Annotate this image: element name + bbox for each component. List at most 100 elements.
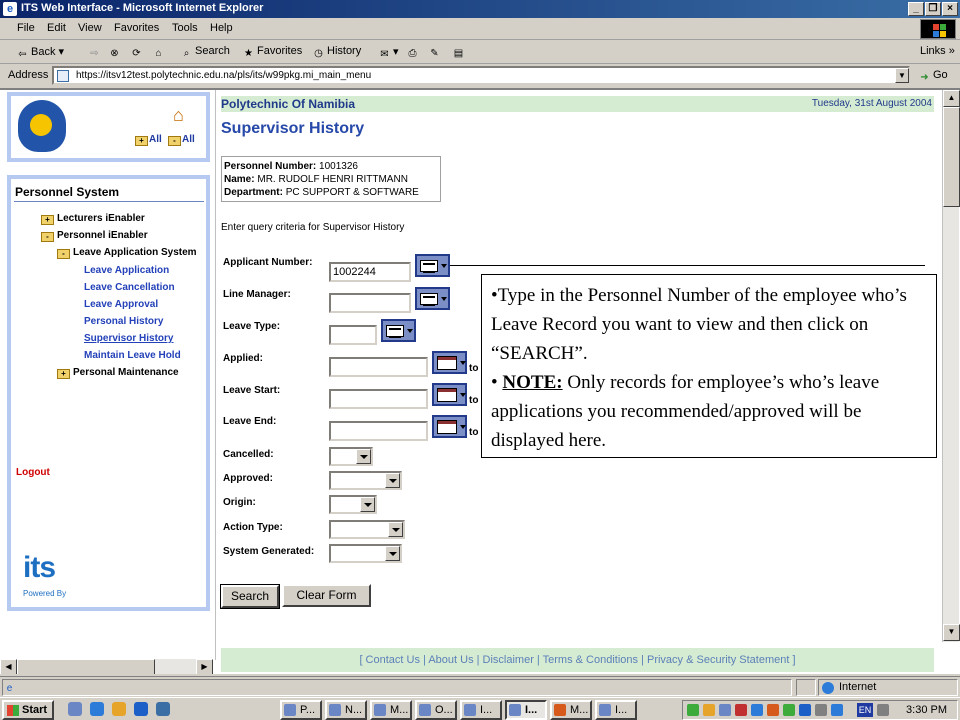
mail-button[interactable]: ✉ ▾ (378, 45, 398, 61)
history-button[interactable]: ◷ History (312, 45, 361, 60)
print-button[interactable]: ⎙ (406, 45, 421, 60)
start-button[interactable]: Start (2, 700, 54, 720)
back-button[interactable]: ⇦ Back ▾ (16, 45, 64, 61)
menu-leave-application[interactable]: Leave Application (84, 265, 169, 276)
scroll-down-icon[interactable]: ▼ (943, 624, 960, 641)
outlook-icon[interactable] (68, 702, 82, 716)
leave-end-calendar-button[interactable] (432, 415, 467, 438)
horizontal-scrollbar[interactable]: ◀ ▶ (0, 659, 213, 674)
task-button[interactable]: I... (595, 700, 637, 720)
messenger-icon[interactable] (90, 702, 104, 716)
stop-button[interactable]: ⊗ (108, 45, 123, 60)
forward-button[interactable]: ⇨ (88, 45, 103, 60)
scroll-thumb[interactable] (17, 659, 155, 674)
scroll-thumb[interactable] (943, 107, 960, 207)
task-button[interactable]: M... (550, 700, 592, 720)
menu-leave-cancellation[interactable]: Leave Cancellation (84, 282, 175, 293)
tray-icon[interactable] (767, 704, 779, 716)
collapse-all-button[interactable]: - All (168, 134, 195, 146)
search-submit-button[interactable]: Search (220, 584, 280, 609)
menu-file[interactable]: File (17, 22, 35, 34)
window-title-bar[interactable]: e ITS Web Interface - Microsoft Internet… (0, 0, 960, 18)
tray-icon[interactable] (831, 704, 843, 716)
leave-type-lookup-button[interactable] (381, 319, 416, 342)
favorites-button[interactable]: ★ Favorites (242, 45, 302, 60)
task-button[interactable]: I... (460, 700, 502, 720)
menu-favorites[interactable]: Favorites (114, 22, 159, 34)
vertical-scrollbar[interactable]: ▲ ▼ (942, 90, 960, 642)
menu-personal-history[interactable]: Personal History (84, 316, 163, 327)
node-leave-application-system[interactable]: - Leave Application System (57, 247, 197, 259)
task-button[interactable]: N... (325, 700, 367, 720)
minimize-button[interactable]: _ (908, 2, 924, 16)
leave-start-calendar-button[interactable] (432, 383, 467, 406)
menu-leave-approval[interactable]: Leave Approval (84, 299, 158, 310)
applicant-lookup-button[interactable] (415, 254, 450, 277)
node-lecturers-ienabler[interactable]: + Lecturers iEnabler (41, 213, 145, 225)
applied-calendar-button[interactable] (432, 351, 467, 374)
cancelled-select[interactable] (329, 447, 373, 466)
page-footer-links[interactable]: [ Contact Us | About Us | Disclaimer | T… (221, 648, 934, 672)
show-desktop-icon[interactable] (156, 702, 170, 716)
home-icon[interactable]: ⌂ (173, 106, 193, 124)
node-personal-maintenance[interactable]: + Personal Maintenance (57, 367, 179, 379)
search-button[interactable]: ⌕ Search (180, 45, 230, 60)
tray-icon[interactable] (719, 704, 731, 716)
personnel-info-box: Personnel Number: 1001326 Name: MR. RUDO… (221, 156, 441, 202)
refresh-button[interactable]: ⟳ (130, 45, 145, 60)
task-button-active[interactable]: I... (505, 700, 547, 720)
origin-select[interactable] (329, 495, 377, 514)
clear-form-button[interactable]: Clear Form (282, 584, 371, 607)
menu-maintain-leave-hold[interactable]: Maintain Leave Hold (84, 350, 181, 361)
task-icon (554, 704, 566, 716)
home-button[interactable]: ⌂ (152, 45, 167, 60)
task-button[interactable]: O... (415, 700, 457, 720)
restore-button[interactable]: ❐ (925, 2, 941, 16)
leave-start-label: Leave Start: (223, 385, 281, 396)
links-button[interactable]: Links » (920, 45, 955, 57)
node-personnel-ienabler[interactable]: - Personnel iEnabler (41, 230, 148, 242)
close-button[interactable]: × (942, 2, 958, 16)
menu-tools[interactable]: Tools (172, 22, 198, 34)
menu-help[interactable]: Help (210, 22, 233, 34)
tray-icon[interactable] (751, 704, 763, 716)
leave-end-input[interactable] (329, 421, 428, 441)
leave-type-input[interactable] (329, 325, 377, 345)
applied-from-input[interactable] (329, 357, 428, 377)
scroll-up-icon[interactable]: ▲ (943, 90, 960, 107)
leave-start-input[interactable] (329, 389, 428, 409)
tray-icon[interactable] (735, 704, 747, 716)
menu-view[interactable]: View (78, 22, 102, 34)
menu-supervisor-history[interactable]: Supervisor History (84, 333, 173, 344)
app-icon[interactable] (112, 702, 126, 716)
system-generated-select[interactable] (329, 544, 402, 563)
leave-start-to-label: to (469, 395, 479, 406)
expand-all-button[interactable]: + All (135, 134, 162, 146)
ie-icon[interactable] (134, 702, 148, 716)
address-input[interactable]: https://itsv12test.polytechnic.edu.na/pl… (52, 66, 910, 85)
tray-icon[interactable] (783, 704, 795, 716)
volume-icon[interactable] (877, 704, 889, 716)
tray-icon[interactable] (815, 704, 827, 716)
discuss-button[interactable]: ▤ (452, 45, 467, 60)
task-button[interactable]: P... (280, 700, 322, 720)
applicant-number-input[interactable]: 1002244 (329, 262, 411, 282)
task-button[interactable]: M... (370, 700, 412, 720)
address-bar: Address https://itsv12test.polytechnic.e… (0, 65, 960, 87)
logout-link[interactable]: Logout (16, 467, 50, 478)
action-type-select[interactable] (329, 520, 405, 539)
language-indicator[interactable]: EN (857, 703, 873, 717)
menu-edit[interactable]: Edit (47, 22, 66, 34)
menu-bar: File Edit View Favorites Tools Help (0, 18, 960, 40)
edit-button[interactable]: ✎ (428, 45, 443, 60)
tray-icon[interactable] (799, 704, 811, 716)
scroll-right-icon[interactable]: ▶ (196, 659, 213, 674)
tray-icon[interactable] (703, 704, 715, 716)
approved-select[interactable] (329, 471, 402, 490)
go-button[interactable]: ➜ Go (918, 69, 947, 84)
scroll-left-icon[interactable]: ◀ (0, 659, 17, 674)
address-dropdown-button[interactable]: ▼ (895, 68, 909, 83)
line-manager-lookup-button[interactable] (415, 287, 450, 310)
line-manager-input[interactable] (329, 293, 411, 313)
tray-icon[interactable] (687, 704, 699, 716)
